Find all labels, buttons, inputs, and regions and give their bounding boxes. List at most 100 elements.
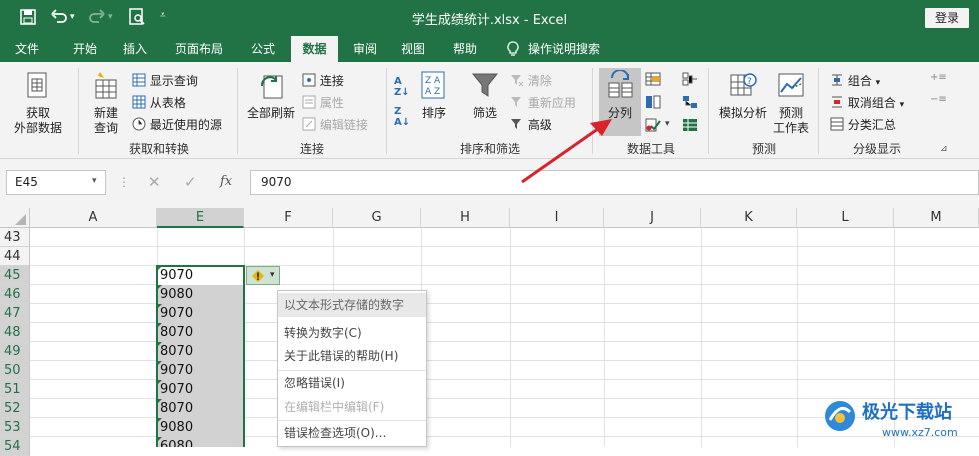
- show-query-label: 显示查询: [149, 74, 198, 88]
- column-header-f[interactable]: F: [244, 208, 333, 228]
- column-header-j[interactable]: J: [604, 208, 701, 228]
- sort-icon: Z AA Z: [420, 70, 446, 100]
- grid-line: [797, 228, 798, 447]
- formula-bar-grip-icon: ⋮: [118, 175, 130, 189]
- connections-button[interactable]: 连接: [302, 72, 344, 90]
- column-header-i[interactable]: I: [510, 208, 604, 228]
- column-header-k[interactable]: K: [701, 208, 797, 228]
- row-header-45[interactable]: 45: [0, 266, 30, 285]
- column-header-e[interactable]: E: [157, 208, 244, 228]
- what-if-icon: ?: [728, 70, 758, 100]
- ribbon-separator: [386, 68, 387, 154]
- row-header-46[interactable]: 46: [0, 285, 30, 304]
- ribbon-separator: [818, 68, 819, 154]
- consolidate-icon[interactable]: [682, 72, 698, 86]
- tab-file[interactable]: 文件: [4, 36, 50, 62]
- filter-icon: [470, 70, 500, 100]
- ungroup-icon: [830, 95, 844, 112]
- recent-sources-button[interactable]: 最近使用的源: [132, 116, 222, 134]
- group-label-forecast: 预测: [751, 142, 776, 156]
- formula-bar: E45 ▾ ⋮ ✕ ✓ fx 9070: [0, 159, 979, 208]
- refresh-all-icon: [256, 70, 288, 102]
- row-header-48[interactable]: 48: [0, 323, 30, 342]
- row-header-52[interactable]: 52: [0, 399, 30, 418]
- relationships-icon[interactable]: [682, 95, 698, 109]
- tab-data[interactable]: 数据: [291, 36, 338, 62]
- column-header-m[interactable]: M: [894, 208, 979, 228]
- refresh-all-button[interactable]: 全部刷新: [242, 106, 300, 121]
- title-bar: ▾ ▾ ⩡ 学生成绩统计.xlsx - Excel 登录: [0, 0, 979, 36]
- edit-links-label: 编辑链接: [319, 118, 368, 132]
- menu-item-error-checking-options[interactable]: 错误检查选项(O)...: [278, 421, 426, 445]
- flash-fill-icon[interactable]: [645, 72, 661, 86]
- login-button[interactable]: 登录: [925, 8, 969, 28]
- row-header-53[interactable]: 53: [0, 418, 30, 437]
- tab-page-layout[interactable]: 页面布局: [164, 36, 234, 62]
- tab-help[interactable]: 帮助: [442, 36, 488, 62]
- recent-sources-label: 最近使用的源: [149, 118, 222, 132]
- error-options-menu: 以文本形式存储的数字 转换为数字(C) 关于此错误的帮助(H) 忽略错误(I) …: [277, 290, 427, 447]
- grid-line: [510, 228, 511, 447]
- remove-duplicates-icon[interactable]: [645, 95, 661, 109]
- row-header-49[interactable]: 49: [0, 342, 30, 361]
- name-box[interactable]: E45: [6, 170, 106, 195]
- tab-home[interactable]: 开始: [62, 36, 108, 62]
- show-query-button[interactable]: 显示查询: [132, 72, 198, 90]
- new-query-button[interactable]: 新建 查询: [84, 106, 128, 136]
- selection-border: [156, 265, 245, 447]
- tab-review[interactable]: 审阅: [342, 36, 388, 62]
- ungroup-button[interactable]: 取消组合 ▾: [830, 94, 904, 112]
- row-header-50[interactable]: 50: [0, 361, 30, 380]
- row-header-47[interactable]: 47: [0, 304, 30, 323]
- tab-view[interactable]: 视图: [390, 36, 436, 62]
- menu-item-convert-to-number[interactable]: 转换为数字(C): [278, 321, 426, 345]
- tab-formulas[interactable]: 公式: [240, 36, 286, 62]
- edit-links-icon: [302, 117, 316, 134]
- row-header-43[interactable]: 43: [0, 228, 30, 247]
- watermark-brand: 极光下载站: [862, 402, 952, 423]
- column-header-l[interactable]: L: [797, 208, 894, 228]
- data-validation-dropdown-icon[interactable]: ▾: [665, 119, 670, 129]
- from-table-button[interactable]: 从表格: [132, 94, 186, 112]
- window-title: 学生成绩统计.xlsx - Excel: [411, 13, 568, 28]
- chevron-down-icon: ▾: [270, 270, 275, 280]
- what-if-analysis-button[interactable]: 模拟分析: [714, 106, 772, 121]
- subtotal-label: 分类汇总: [847, 118, 896, 132]
- hide-detail-icon: −≡: [930, 94, 947, 105]
- get-external-data-button[interactable]: 获取 外部数据: [4, 106, 72, 136]
- tell-me-search[interactable]: 操作说明搜索: [528, 36, 608, 62]
- properties-icon: [302, 95, 316, 112]
- group-button[interactable]: 组合 ▾: [830, 72, 880, 90]
- text-to-columns-icon: [606, 69, 636, 100]
- grid-line: [701, 228, 702, 447]
- row-header-51[interactable]: 51: [0, 380, 30, 399]
- sort-button[interactable]: 排序: [418, 106, 450, 121]
- connections-label: 连接: [319, 74, 344, 88]
- chevron-down-icon: ▾: [875, 78, 881, 88]
- outline-dialog-launcher-icon[interactable]: ⊿: [940, 144, 948, 154]
- sort-za-icon[interactable]: Z A↓: [394, 106, 410, 128]
- clear-filter-label: 清除: [527, 74, 552, 88]
- filter-button[interactable]: 筛选: [466, 106, 504, 121]
- error-smart-tag[interactable]: ▾: [246, 266, 280, 285]
- reapply-label: 重新应用: [527, 96, 576, 110]
- menu-item-error-help[interactable]: 关于此错误的帮助(H): [278, 344, 426, 368]
- forecast-sheet-button[interactable]: 预测 工作表: [768, 106, 814, 136]
- subtotal-button[interactable]: 分类汇总: [830, 116, 896, 134]
- name-box-dropdown-icon[interactable]: ▾: [92, 176, 97, 186]
- tab-insert[interactable]: 插入: [112, 36, 158, 62]
- menu-item-ignore-error[interactable]: 忽略错误(I): [278, 371, 426, 395]
- ribbon-separator: [237, 68, 238, 154]
- manage-data-model-icon[interactable]: [682, 118, 698, 132]
- svg-text:A Z: A Z: [425, 87, 440, 97]
- column-header-g[interactable]: G: [333, 208, 421, 228]
- sort-az-icon[interactable]: A Z↓: [394, 76, 410, 98]
- data-validation-icon[interactable]: [645, 118, 661, 132]
- group-icon: [830, 73, 844, 90]
- column-header-a[interactable]: A: [30, 208, 157, 228]
- row-header-44[interactable]: 44: [0, 247, 30, 266]
- menu-item-edit-in-formula-bar: 在编辑栏中编辑(F): [284, 400, 385, 414]
- insert-function-button[interactable]: fx: [220, 174, 232, 189]
- column-header-h[interactable]: H: [421, 208, 510, 228]
- select-all-corner[interactable]: [0, 208, 30, 228]
